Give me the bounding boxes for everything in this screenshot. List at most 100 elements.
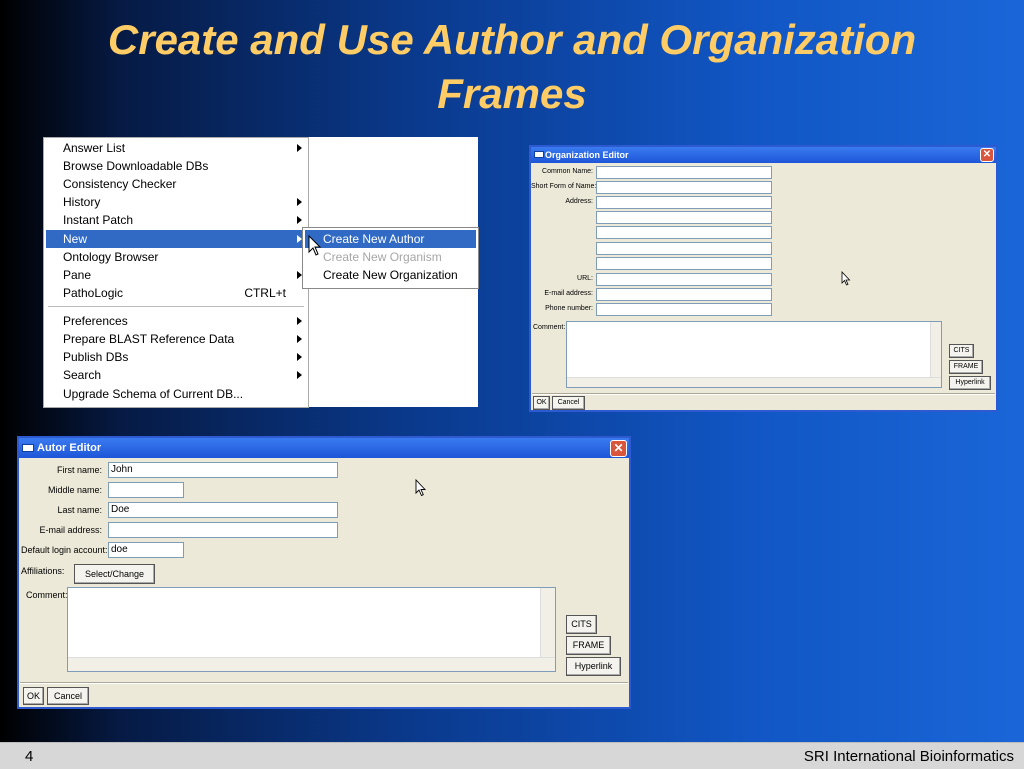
cancel-button[interactable]: Cancel: [47, 687, 89, 705]
affiliations-label: Affiliations:: [21, 566, 65, 576]
frame-button[interactable]: FRAME: [566, 636, 611, 655]
cits-button[interactable]: CITS: [949, 344, 974, 358]
footer-separator: [532, 393, 995, 395]
organization-editor-titlebar[interactable]: Organization Editor ✕: [531, 147, 996, 163]
submenu-arrow-icon: [297, 216, 302, 224]
window-title: Autor Editor: [37, 442, 102, 454]
url-field[interactable]: [596, 273, 772, 286]
menu-item-label: Publish DBs: [63, 350, 129, 364]
menu-item-label: Answer List: [63, 141, 126, 155]
default-login-field[interactable]: doe: [108, 542, 184, 558]
last-name-label: Last name:: [57, 505, 102, 515]
address-field-2[interactable]: [596, 211, 772, 224]
mouse-pointer-icon: [308, 235, 322, 256]
menu-item-label: Upgrade Schema of Current DB...: [63, 387, 244, 401]
submenu-item-label: Create New Organization: [323, 268, 458, 282]
organization-editor-window: Organization Editor ✕ Common Name: Short…: [529, 145, 998, 412]
phone-label: Phone number:: [545, 305, 593, 312]
menu-item-label: New: [63, 232, 88, 246]
comment-label: Comment:: [26, 590, 68, 600]
author-editor-titlebar[interactable]: Autor Editor ✕: [19, 438, 629, 458]
submenu-item-create-new-organism[interactable]: Create New Organism: [305, 248, 476, 266]
address-field-4[interactable]: [596, 242, 772, 255]
submenu-item-create-new-organization[interactable]: Create New Organization: [305, 266, 476, 284]
hyperlink-button[interactable]: Hyperlink: [566, 657, 621, 676]
email-label: E-mail address:: [39, 525, 102, 535]
mouse-pointer-icon: [415, 479, 427, 497]
slide-title-line-2: Frames: [437, 70, 587, 117]
short-form-label: Short Form of Name:: [531, 183, 597, 190]
address-label: Address:: [565, 198, 593, 205]
new-submenu: Create New Author Create New Organism Cr…: [302, 227, 479, 289]
default-login-label: Default login account:: [21, 545, 108, 555]
menu-item-answer-list[interactable]: Answer List: [46, 139, 308, 157]
menu-item-preferences[interactable]: Preferences: [46, 312, 308, 330]
close-icon[interactable]: ✕: [980, 148, 994, 162]
submenu-arrow-icon: [297, 144, 302, 152]
menu-item-pane[interactable]: Pane: [46, 266, 308, 284]
menu-item-instant-patch[interactable]: Instant Patch: [46, 211, 308, 229]
tools-menu: Answer List Browse Downloadable DBs Cons…: [43, 137, 309, 408]
middle-name-label: Middle name:: [47, 485, 102, 495]
submenu-item-create-new-author[interactable]: Create New Author: [305, 230, 476, 248]
menu-item-label: Consistency Checker: [63, 177, 177, 191]
menu-item-label: Instant Patch: [63, 213, 134, 227]
middle-name-field[interactable]: [108, 482, 184, 498]
select-change-button[interactable]: Select/Change: [74, 564, 155, 584]
address-field-5[interactable]: [596, 257, 772, 270]
common-name-field[interactable]: [596, 166, 772, 179]
cits-button[interactable]: CITS: [566, 615, 597, 634]
email-field[interactable]: [108, 522, 338, 538]
menu-item-label: Ontology Browser: [63, 250, 159, 264]
comment-textarea[interactable]: [566, 321, 942, 388]
menu-item-history[interactable]: History: [46, 193, 308, 211]
menu-item-prepare-blast[interactable]: Prepare BLAST Reference Data: [46, 330, 308, 348]
frame-button[interactable]: FRAME: [949, 360, 983, 374]
window-icon: [22, 444, 34, 452]
first-name-field[interactable]: John: [108, 462, 338, 478]
menu-item-accelerator: CTRL+t: [244, 286, 286, 300]
last-name-field[interactable]: Doe: [108, 502, 338, 518]
menu-separator: [48, 306, 304, 307]
menu-item-upgrade-schema[interactable]: Upgrade Schema of Current DB...: [46, 385, 308, 403]
hyperlink-button[interactable]: Hyperlink: [949, 376, 991, 390]
footer-separator: [20, 682, 628, 684]
phone-field[interactable]: [596, 303, 772, 316]
menu-item-label: Prepare BLAST Reference Data: [63, 332, 235, 346]
menu-item-publish-dbs[interactable]: Publish DBs: [46, 348, 308, 366]
menu-item-consistency-checker[interactable]: Consistency Checker: [46, 175, 308, 193]
window-title: Organization Editor: [545, 150, 629, 160]
email-field[interactable]: [596, 288, 772, 301]
menu-item-label: Search: [63, 368, 102, 382]
submenu-arrow-icon: [297, 335, 302, 343]
cancel-button[interactable]: Cancel: [552, 396, 585, 410]
menu-item-new[interactable]: New: [46, 230, 308, 248]
menu-item-label: Browse Downloadable DBs: [63, 159, 209, 173]
menu-item-pathologic[interactable]: PathoLogic CTRL+t: [46, 284, 308, 302]
menu-item-label: Preferences: [63, 314, 128, 328]
submenu-item-label: Create New Organism: [323, 250, 442, 264]
submenu-arrow-icon: [297, 371, 302, 379]
ok-button[interactable]: OK: [23, 687, 44, 705]
submenu-arrow-icon: [297, 353, 302, 361]
mouse-pointer-icon: [841, 271, 851, 286]
horizontal-scrollbar[interactable]: [567, 377, 941, 387]
submenu-arrow-icon: [297, 198, 302, 206]
first-name-label: First name:: [56, 465, 102, 475]
url-label: URL:: [577, 275, 593, 282]
menu-item-label: PathoLogic: [63, 286, 124, 300]
comment-textarea[interactable]: [67, 587, 556, 672]
common-name-label: Common Name:: [542, 168, 593, 175]
address-field-3[interactable]: [596, 226, 772, 239]
slide-footer: 4 SRI International Bioinformatics: [0, 742, 1024, 769]
window-icon: [534, 151, 544, 158]
horizontal-scrollbar[interactable]: [68, 657, 555, 671]
menu-item-ontology-browser[interactable]: Ontology Browser: [46, 248, 308, 266]
submenu-item-label: Create New Author: [323, 232, 425, 246]
menu-item-search[interactable]: Search: [46, 366, 308, 384]
menu-item-browse-downloadable-dbs[interactable]: Browse Downloadable DBs: [46, 157, 308, 175]
close-icon[interactable]: ✕: [610, 440, 627, 457]
address-field-1[interactable]: [596, 196, 772, 209]
ok-button[interactable]: OK: [533, 396, 550, 410]
short-form-field[interactable]: [596, 181, 772, 194]
